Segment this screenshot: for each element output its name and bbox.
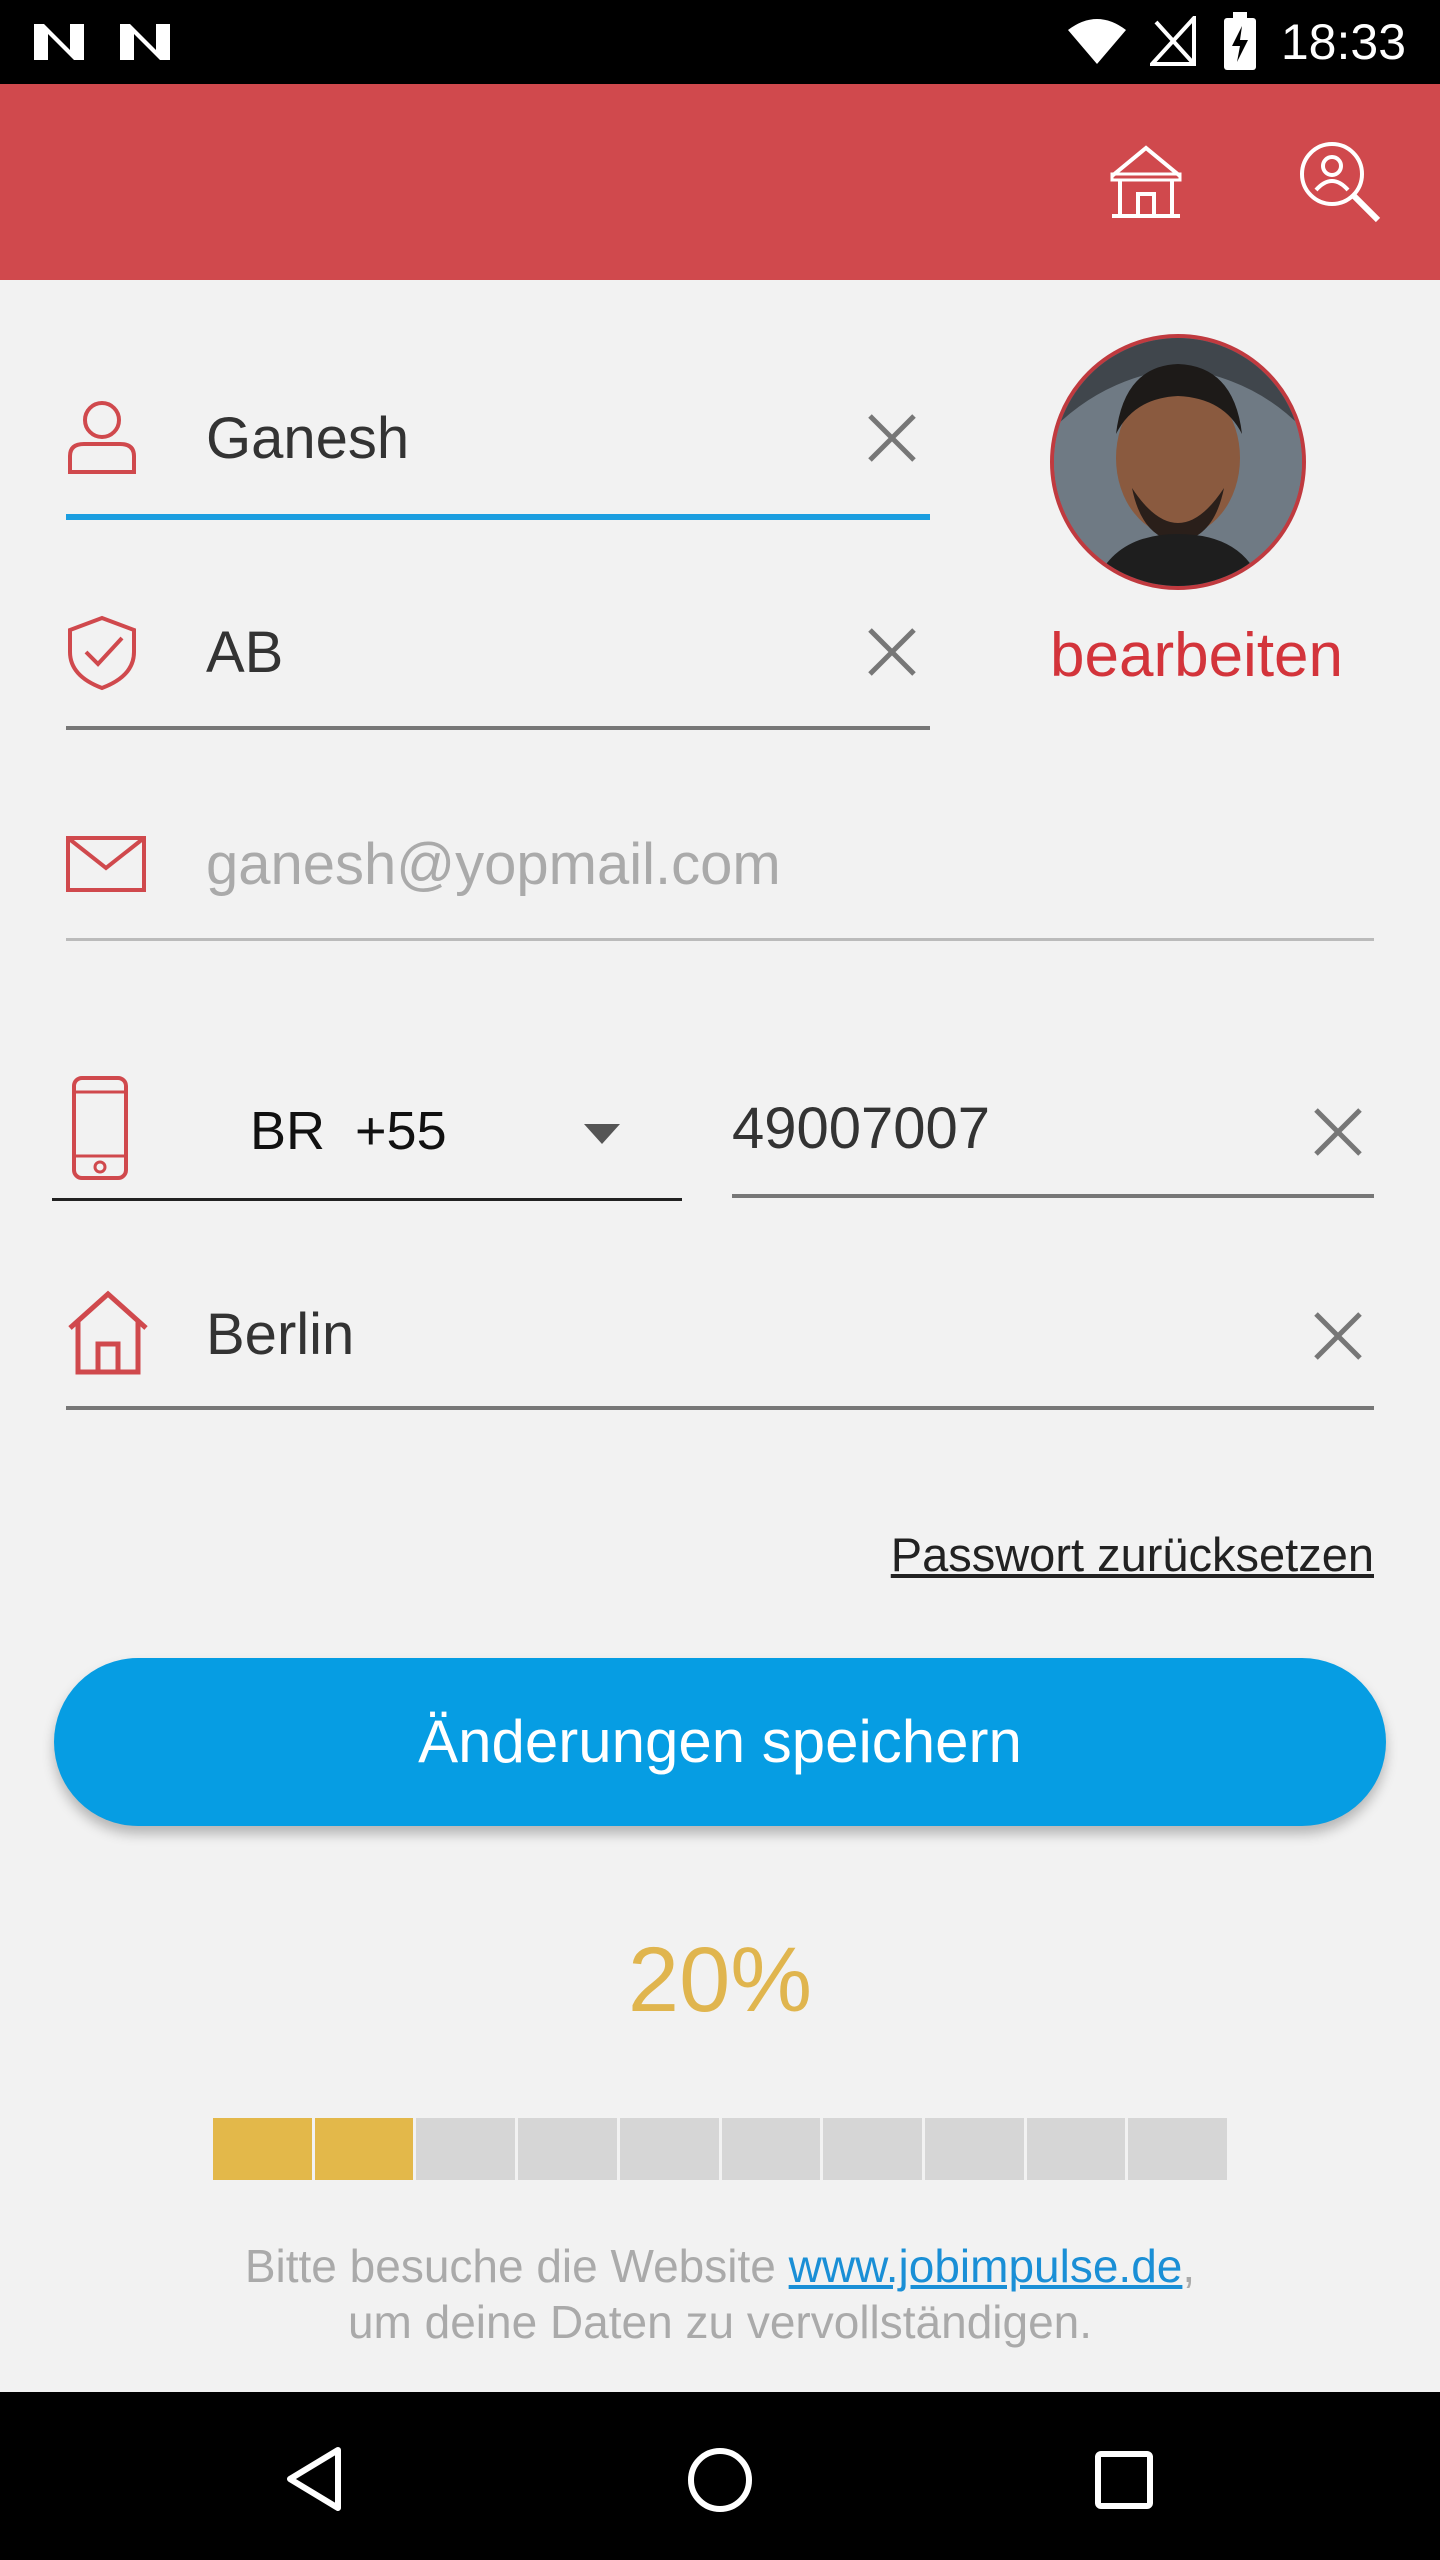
progress-segment-filled <box>314 2118 414 2180</box>
navigation-bar <box>0 2392 1440 2560</box>
no-signal-icon <box>1150 16 1196 66</box>
avatar[interactable] <box>1050 334 1306 590</box>
last-name-field[interactable]: AB <box>66 610 930 734</box>
back-icon[interactable] <box>284 2446 344 2512</box>
phone-number-input[interactable]: 49007007 <box>732 1094 990 1164</box>
first-name-field[interactable]: Ganesh <box>66 396 930 522</box>
clear-icon[interactable] <box>1310 1104 1366 1160</box>
clear-icon[interactable] <box>1310 1308 1366 1364</box>
profile-hint-text: Bitte besuche die Website www.jobimpulse… <box>0 2238 1440 2350</box>
password-reset-link[interactable]: Passwort zurücksetzen <box>891 1525 1374 1585</box>
wifi-icon <box>1068 19 1126 64</box>
field-underline <box>66 1406 1374 1410</box>
clear-icon[interactable] <box>864 624 920 680</box>
notification-n-icon <box>34 24 84 60</box>
field-underline <box>66 938 1374 941</box>
email-field[interactable]: ganesh@yopmail.com <box>66 822 1374 946</box>
save-changes-button[interactable]: Änderungen speichern <box>54 1658 1386 1826</box>
home-circle-icon[interactable] <box>686 2446 754 2514</box>
clear-icon[interactable] <box>864 410 920 466</box>
home-icon <box>68 1290 148 1375</box>
city-input[interactable]: Berlin <box>206 1300 354 1370</box>
edit-avatar-link[interactable]: bearbeiten <box>1050 620 1343 692</box>
hint-line2: um deine Daten zu vervollständigen. <box>347 2296 1093 2348</box>
last-name-input[interactable]: AB <box>206 618 283 688</box>
notification-n-icon <box>120 24 170 60</box>
email-input[interactable]: ganesh@yopmail.com <box>206 830 781 900</box>
field-underline <box>732 1194 1374 1198</box>
home-icon[interactable] <box>1106 142 1186 222</box>
recents-icon[interactable] <box>1094 2450 1154 2510</box>
city-field[interactable]: Berlin <box>66 1276 1374 1410</box>
status-time: 18:33 <box>1280 14 1406 70</box>
phone-number-field[interactable]: 49007007 <box>732 1074 1374 1200</box>
progress-segment-empty <box>518 2118 617 2180</box>
profile-completion-bar <box>213 2118 1228 2180</box>
mail-icon <box>66 836 146 892</box>
progress-segment-empty <box>416 2118 516 2180</box>
field-underline-active <box>66 514 930 520</box>
hint-prefix: Bitte besuche die Website <box>244 2240 789 2292</box>
progress-segment-filled <box>213 2118 312 2180</box>
website-link[interactable]: www.jobimpulse.de <box>789 2240 1183 2292</box>
progress-segment-empty <box>924 2118 1024 2180</box>
progress-segment-empty <box>721 2118 821 2180</box>
profile-search-icon[interactable] <box>1298 140 1382 224</box>
profile-completion-percent: 20% <box>627 1929 813 2031</box>
select-underline <box>52 1198 682 1201</box>
battery-charging-icon <box>1224 12 1256 70</box>
progress-segment-empty <box>619 2118 719 2180</box>
field-underline <box>66 726 930 730</box>
mobile-phone-icon <box>72 1076 128 1180</box>
app-toolbar <box>0 84 1440 280</box>
progress-segment-empty <box>823 2118 922 2180</box>
shield-check-icon <box>68 615 136 691</box>
country-code-select[interactable]: BR +55 <box>52 1074 682 1202</box>
profile-photo <box>1054 338 1302 586</box>
first-name-input[interactable]: Ganesh <box>206 404 409 474</box>
country-code-value: BR +55 <box>250 1101 447 1161</box>
status-bar: 18:33 <box>0 0 1440 84</box>
progress-segment-empty <box>1026 2118 1126 2180</box>
user-icon <box>68 401 136 474</box>
progress-segment-empty <box>1128 2118 1228 2180</box>
hint-suffix: , <box>1182 2240 1196 2292</box>
chevron-down-icon <box>584 1124 620 1144</box>
